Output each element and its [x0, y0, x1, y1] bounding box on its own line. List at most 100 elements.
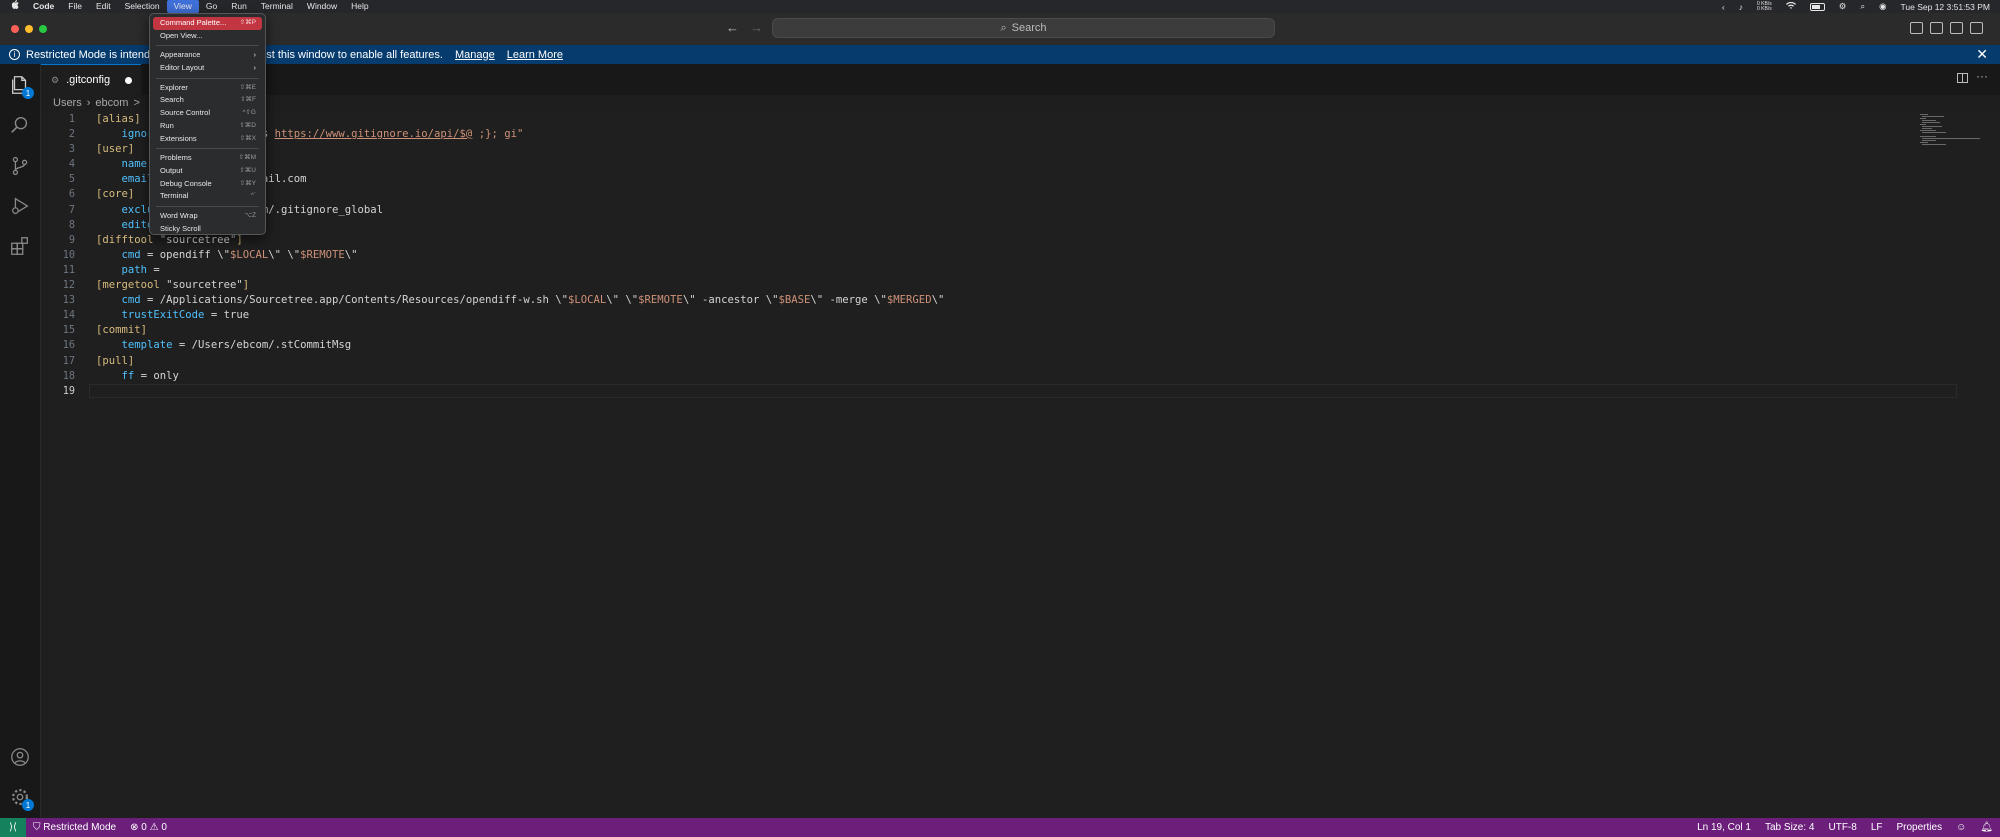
- view-menu-item-debug-console[interactable]: Debug Console ⇧⌘Y: [153, 178, 262, 191]
- command-center-search[interactable]: ⌕ Search: [772, 18, 1275, 38]
- code-token: \" -ancestor \": [682, 294, 779, 307]
- end-of-line[interactable]: LF: [1864, 822, 1890, 833]
- control-center-icon[interactable]: ⚙: [1839, 1, 1847, 12]
- notifications-bell-icon[interactable]: 🔔︎: [1973, 822, 2000, 833]
- menu-code[interactable]: Code: [26, 0, 61, 13]
- menu-edit[interactable]: Edit: [89, 0, 118, 13]
- view-menu-item-extensions[interactable]: Extensions ⇧⌘X: [153, 133, 262, 146]
- tab-gitconfig[interactable]: ⚙ .gitconfig: [41, 64, 141, 95]
- run-debug-icon[interactable]: [9, 195, 31, 217]
- code-line[interactable]: path =: [96, 263, 944, 278]
- code-line[interactable]: ff = only: [96, 369, 944, 384]
- menu-selection[interactable]: Selection: [118, 0, 167, 13]
- code-token: name: [96, 158, 148, 171]
- code-token: $LOCAL: [229, 248, 269, 261]
- minimap[interactable]: [1920, 112, 1980, 152]
- menu-run[interactable]: Run: [224, 0, 254, 13]
- menu-item-shortcut: ⇧⌘M: [238, 154, 256, 162]
- language-mode[interactable]: Properties: [1890, 822, 1950, 833]
- source-control-icon[interactable]: [9, 155, 31, 177]
- chevron-right-icon: ›: [86, 97, 91, 109]
- tab-size[interactable]: Tab Size: 4: [1758, 822, 1821, 833]
- line-number: 16: [62, 340, 75, 352]
- battery-icon[interactable]: [1809, 2, 1825, 11]
- view-menu-item-output[interactable]: Output ⇧⌘U: [153, 165, 262, 178]
- code-line[interactable]: [pull]: [96, 354, 944, 369]
- apple-menu[interactable]: [0, 0, 26, 13]
- unsaved-dot-icon[interactable]: [125, 76, 133, 84]
- accounts-icon[interactable]: [9, 746, 31, 768]
- view-menu-item-source-control[interactable]: Source Control ^⇧G: [153, 107, 262, 120]
- code-line[interactable]: [mergetool "sourcetree"]: [96, 278, 944, 293]
- view-menu-item-editor-layout[interactable]: Editor Layout ›: [153, 62, 262, 75]
- menu-go[interactable]: Go: [199, 0, 224, 13]
- breadcrumb-users[interactable]: Users: [53, 97, 82, 109]
- menu-help[interactable]: Help: [344, 0, 375, 13]
- wifi-icon[interactable]: [1785, 1, 1796, 12]
- search-activity-icon[interactable]: [9, 114, 31, 136]
- menu-item-label: Debug Console: [160, 178, 212, 188]
- explorer-icon[interactable]: 1: [9, 74, 34, 99]
- view-menu-item-run[interactable]: Run ⇧⌘D: [153, 120, 262, 133]
- code-line[interactable]: [commit]: [96, 323, 944, 338]
- chevron-left-icon[interactable]: ‹: [1722, 2, 1725, 12]
- menu-file[interactable]: File: [61, 0, 89, 13]
- code-token: \" -merge \": [810, 294, 887, 307]
- view-menu-item-search[interactable]: Search ⇧⌘F: [153, 94, 262, 107]
- maximize-window-button[interactable]: [39, 25, 47, 33]
- code-token: ]: [242, 279, 250, 292]
- code-editor[interactable]: 1 2 3 4 5 6 7 8 9 10 11 12 13 14 15 16 17 18 19 [alias] ig…: [41, 112, 2000, 818]
- code-line[interactable]: trustExitCode = true: [96, 308, 944, 323]
- clock[interactable]: Tue Sep 12 3:51:53 PM: [1901, 2, 1990, 12]
- menu-window[interactable]: Window: [300, 0, 344, 13]
- line-number: 1: [68, 114, 75, 125]
- menu-separator: [156, 148, 259, 150]
- view-menu-item-sticky-scroll[interactable]: Sticky Scroll: [153, 223, 262, 236]
- close-window-button[interactable]: [11, 25, 19, 33]
- view-menu-item-problems[interactable]: Problems ⇧⌘M: [153, 152, 262, 165]
- code-line[interactable]: cmd = opendiff \"$LOCAL\" \"$REMOTE\": [96, 248, 944, 263]
- line-number: 3: [68, 144, 75, 156]
- split-editor-icon[interactable]: [1957, 73, 1968, 83]
- error-count: 0: [141, 822, 147, 833]
- cursor-position[interactable]: Ln 19, Col 1: [1690, 822, 1758, 833]
- arrow-left-icon[interactable]: ←: [726, 20, 739, 35]
- code-line[interactable]: [96, 384, 944, 399]
- arrow-right-icon[interactable]: →: [750, 20, 763, 35]
- manage-gear-icon[interactable]: 1: [9, 786, 34, 811]
- info-icon: i: [9, 49, 20, 60]
- remote-icon[interactable]: ⟩⟨: [0, 818, 26, 837]
- code-token: cmd: [96, 248, 141, 261]
- code-line[interactable]: cmd = /Applications/Sourcetree.app/Conte…: [96, 293, 945, 308]
- line-number: 13: [62, 295, 75, 307]
- toggle-secondary-sidebar-icon[interactable]: [1950, 22, 1963, 34]
- menu-terminal[interactable]: Terminal: [254, 0, 300, 13]
- code-line[interactable]: template = /Users/ebcom/.stCommitMsg: [96, 338, 944, 353]
- breadcrumb-ebcom[interactable]: ebcom: [95, 97, 128, 109]
- manage-link[interactable]: Manage: [455, 49, 495, 61]
- close-icon[interactable]: ✕: [1976, 46, 1988, 63]
- spotlight-icon[interactable]: ⌕: [1860, 1, 1865, 12]
- view-menu-item-explorer[interactable]: Explorer ⇧⌘E: [153, 82, 262, 95]
- problems-status[interactable]: ⊗ 0 ⚠ 0: [123, 822, 174, 833]
- toggle-panel-icon[interactable]: [1930, 22, 1943, 34]
- menu-view[interactable]: View: [166, 0, 199, 13]
- extensions-icon[interactable]: [9, 235, 31, 257]
- view-menu-item-appearance[interactable]: Appearance ›: [153, 49, 262, 62]
- more-actions-icon[interactable]: ···: [1976, 69, 1988, 83]
- siri-icon[interactable]: ◉: [1879, 1, 1886, 12]
- view-menu-item-word-wrap[interactable]: Word Wrap ⌥Z: [153, 210, 262, 223]
- breadcrumb: Users › ebcom >: [53, 96, 140, 110]
- feedback-icon[interactable]: ☺: [1949, 822, 1973, 833]
- menu-item-label: Extensions: [160, 133, 197, 143]
- toggle-primary-sidebar-icon[interactable]: [1910, 22, 1923, 34]
- learn-more-link[interactable]: Learn More: [507, 49, 563, 61]
- minimize-window-button[interactable]: [25, 25, 33, 33]
- encoding[interactable]: UTF-8: [1821, 822, 1863, 833]
- customize-layout-icon[interactable]: [1970, 22, 1983, 34]
- sound-icon[interactable]: ♪: [1739, 2, 1743, 12]
- view-menu-item-terminal[interactable]: Terminal ^`: [153, 190, 262, 203]
- view-menu-item-command-palette[interactable]: Command Palette... ⇧⌘P: [153, 17, 262, 30]
- restricted-mode-status[interactable]: ⛉ Restricted Mode: [26, 822, 123, 833]
- view-menu-item-open-view[interactable]: Open View...: [153, 30, 262, 43]
